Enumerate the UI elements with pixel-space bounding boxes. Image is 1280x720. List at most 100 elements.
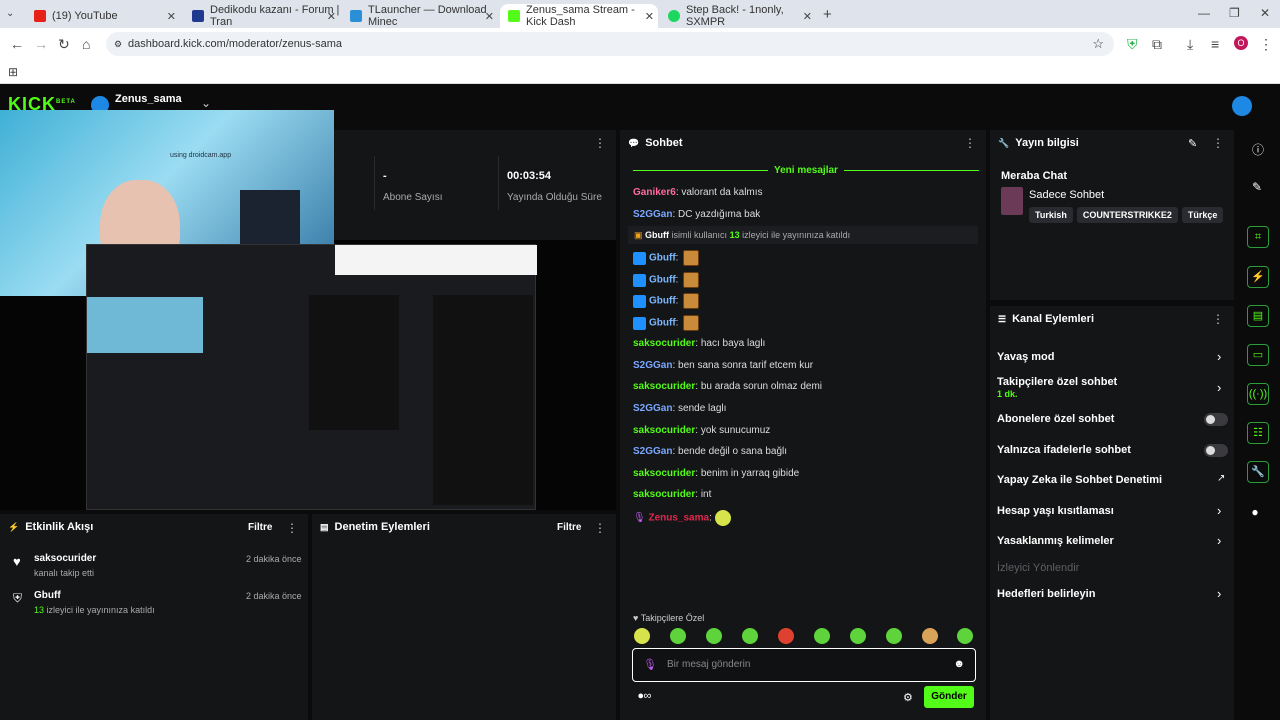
tab-forum[interactable]: Dedikodu kazanı - Forum | Tran ✕ — [184, 4, 340, 28]
slow-mode-item[interactable]: Yavaş mod — [997, 351, 1054, 363]
chat-username[interactable]: S2GGan — [633, 209, 672, 220]
stream-info-menu-icon[interactable]: ⋮ — [1212, 136, 1224, 150]
bookmark-star-icon[interactable]: ☆ — [1092, 32, 1104, 56]
screen-icon[interactable]: ⌗ — [1247, 226, 1269, 248]
kick-points-icon[interactable]: ⦁∞ — [638, 690, 651, 703]
home-icon[interactable]: ⌂ — [82, 36, 90, 52]
chat-icon[interactable]: ▭ — [1247, 344, 1269, 366]
chat-username[interactable]: saksocurider — [633, 489, 695, 500]
followers-chat-item[interactable]: Takipçilere özel sohbet — [997, 376, 1117, 388]
category-name[interactable]: Sadece Sohbet — [1029, 189, 1104, 201]
raid-user[interactable]: Gbuff — [645, 230, 669, 240]
chevron-right-icon[interactable]: › — [1217, 380, 1221, 395]
download-icon[interactable]: ⤓ — [1187, 36, 1193, 53]
chat-username[interactable]: saksocurider — [633, 425, 695, 436]
chat-username[interactable]: saksocurider — [633, 381, 695, 392]
layout-icon[interactable]: ☷ — [1247, 422, 1269, 444]
chat-username[interactable]: saksocurider — [633, 338, 695, 349]
tab-tlauncher[interactable]: TLauncher — Download Minec ✕ — [342, 4, 498, 28]
emote-icon[interactable] — [634, 628, 650, 644]
emote-icon[interactable] — [814, 628, 830, 644]
tag[interactable]: COUNTERSTRIKKE2 — [1076, 207, 1178, 223]
banned-words-item[interactable]: Yasaklanmış kelimeler — [997, 535, 1114, 547]
pen-icon[interactable]: ✎ — [1252, 180, 1262, 194]
event-user[interactable]: Gbuff — [34, 590, 61, 601]
send-button[interactable]: Gönder — [924, 686, 974, 708]
chat-username[interactable]: Gbuff — [649, 318, 676, 329]
apps-grid-icon[interactable]: ⊞ — [8, 65, 18, 79]
external-link-icon[interactable]: ↗ — [1217, 473, 1225, 484]
maximize-icon[interactable]: ❐ — [1229, 6, 1240, 20]
chat-username[interactable]: Zenus_sama — [648, 513, 709, 524]
broadcast-icon[interactable]: ((·)) — [1247, 383, 1269, 405]
ai-moderation-item[interactable]: Yapay Zeka ile Sohbet Denetimi — [997, 474, 1162, 486]
account-age-item[interactable]: Hesap yaşı kısıtlaması — [997, 505, 1114, 517]
tab-kick-dashboard[interactable]: Zenus_sama Stream - Kick Dash ✕ — [500, 4, 658, 28]
tab-spotify[interactable]: Step Back! - 1nonly, SXMPR ✕ — [660, 4, 816, 28]
emote-icon[interactable] — [706, 628, 722, 644]
emote-chat-toggle[interactable] — [1204, 444, 1228, 457]
chevron-right-icon[interactable]: › — [1217, 533, 1221, 548]
close-icon[interactable]: ✕ — [645, 10, 654, 23]
activity-menu-icon[interactable]: ⋮ — [286, 521, 298, 535]
emote-icon[interactable] — [778, 628, 794, 644]
back-icon[interactable]: ← — [10, 36, 24, 52]
close-icon[interactable]: ✕ — [803, 10, 812, 23]
tag[interactable]: Turkish — [1029, 207, 1073, 223]
chevron-right-icon[interactable]: › — [1217, 586, 1221, 601]
set-goals-item[interactable]: Hedefleri belirleyin — [997, 588, 1095, 600]
emote-icon[interactable] — [850, 628, 866, 644]
activity-filter-button[interactable]: Filtre — [248, 522, 272, 533]
info-icon[interactable]: ⓘ — [1252, 141, 1264, 158]
menu-icon[interactable]: ⋮ — [1259, 36, 1273, 53]
new-tab-icon[interactable]: + — [823, 6, 832, 23]
extensions-icon[interactable]: ⧉ — [1152, 36, 1162, 53]
tools-icon[interactable]: 🔧 — [1247, 461, 1269, 483]
media-icon[interactable]: ≡ — [1211, 36, 1219, 52]
emote-icon[interactable] — [742, 628, 758, 644]
moderation-menu-icon[interactable]: ⋮ — [594, 521, 606, 535]
forward-icon[interactable]: → — [34, 36, 48, 52]
chat-menu-icon[interactable]: ⋮ — [964, 136, 976, 150]
close-icon[interactable]: ✕ — [167, 10, 176, 23]
window-close-icon[interactable]: ✕ — [1260, 6, 1270, 20]
chat-username[interactable]: S2GGan — [633, 446, 672, 457]
clipboard-icon[interactable]: ▤ — [1247, 305, 1269, 327]
emote-icon[interactable] — [957, 628, 973, 644]
chat-username[interactable]: Ganiker6 — [633, 187, 676, 198]
extension-shield-icon[interactable]: ⛨ — [1127, 36, 1138, 53]
emote-icon[interactable] — [886, 628, 902, 644]
lightning-icon[interactable]: ⚡ — [1247, 266, 1269, 288]
subs-chat-toggle[interactable] — [1204, 413, 1228, 426]
chevron-right-icon[interactable]: › — [1217, 349, 1221, 364]
event-user[interactable]: saksocurider — [34, 553, 96, 564]
profile-avatar[interactable]: O — [1234, 36, 1248, 50]
points-icon[interactable]: ⦁ — [1252, 505, 1258, 520]
emote-chat-item[interactable]: Yalnızca ifadelerle sohbet — [997, 444, 1131, 456]
emote-icon[interactable] — [670, 628, 686, 644]
tag[interactable]: Türkçe — [1181, 207, 1224, 223]
close-icon[interactable]: ✕ — [485, 10, 494, 23]
user-avatar[interactable] — [1232, 96, 1252, 116]
chat-username[interactable]: S2GGan — [633, 360, 672, 371]
chat-username[interactable]: saksocurider — [633, 468, 695, 479]
emoji-picker-icon[interactable]: ☻ — [953, 658, 965, 670]
channel-switch-chevron-icon[interactable]: ⌄ — [201, 96, 211, 110]
chat-username[interactable]: Gbuff — [649, 275, 676, 286]
site-info-icon[interactable]: ⚙ — [114, 32, 122, 56]
edit-icon[interactable]: ✎ — [1188, 137, 1197, 150]
chat-input[interactable]: 🎙 Bir mesaj gönderin ☻ — [632, 648, 976, 682]
minimize-icon[interactable]: — — [1198, 6, 1210, 20]
emote-icon[interactable] — [922, 628, 938, 644]
tab-search-icon[interactable]: ⌄ — [6, 8, 22, 22]
channel-name[interactable]: Zenus_sama — [115, 93, 182, 105]
reload-icon[interactable]: ↻ — [58, 36, 70, 53]
chevron-right-icon[interactable]: › — [1217, 503, 1221, 518]
chat-username[interactable]: Gbuff — [649, 296, 676, 307]
chat-username[interactable]: Gbuff — [649, 253, 676, 264]
stream-menu-icon[interactable]: ⋮ — [594, 136, 606, 150]
chat-settings-icon[interactable]: ⚙ — [903, 691, 913, 704]
url-input[interactable]: ⚙ dashboard.kick.com/moderator/zenus-sam… — [106, 32, 1114, 56]
moderation-filter-button[interactable]: Filtre — [557, 522, 581, 533]
close-icon[interactable]: ✕ — [327, 10, 336, 23]
